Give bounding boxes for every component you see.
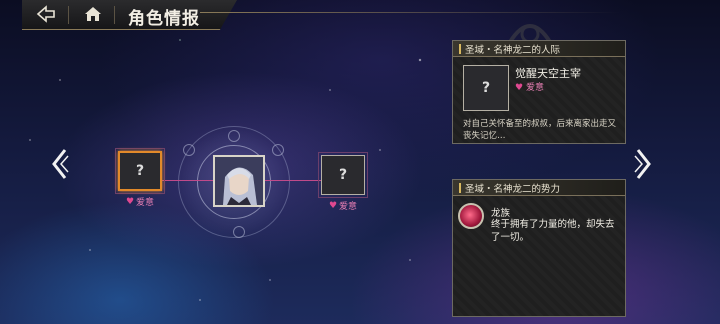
relation-description: 对自己关怀备至的叔叔，后来离家出走又丧失记忆… (463, 119, 617, 141)
relation-label: ♥ 爱意 (118, 195, 162, 209)
relation-line-right (265, 180, 321, 181)
ring-ornament (228, 130, 240, 142)
ring-ornament (183, 144, 195, 156)
previous-character-button[interactable] (50, 148, 70, 180)
character-portrait[interactable] (213, 155, 265, 207)
unknown-character-slot: ? (118, 151, 162, 191)
relation-character-icon[interactable]: ? (463, 65, 509, 111)
page-title: 角色情报 (128, 9, 200, 29)
relation-label: ♥ 爱意 (321, 199, 365, 213)
faction-name: 龙族 (491, 208, 511, 219)
heart-icon: ♥ (328, 200, 338, 211)
relation-character-name: 觉醒天空主宰 (515, 67, 581, 80)
chevron-right-icon (634, 149, 651, 179)
relation-text: 爱意 (339, 202, 358, 212)
back-arrow-icon (36, 5, 55, 23)
top-bar-separator (114, 6, 115, 24)
home-button[interactable] (78, 2, 108, 26)
ring-ornament (233, 226, 245, 238)
heart-icon: ♥ (515, 83, 524, 93)
relations-panel-header: 圣域・名神龙二的人际 (453, 41, 625, 57)
heart-icon: ♥ (125, 196, 135, 207)
ring-ornament (272, 144, 284, 156)
faction-panel-header: 圣域・名神龙二的势力 (453, 180, 625, 196)
top-bar-separator (68, 6, 69, 24)
faction-panel: 圣域・名神龙二的势力 龙族 终于拥有了力量的他，却失去了一切。 (452, 179, 626, 317)
faction-description: 终于拥有了力量的他，却失去了一切。 (491, 219, 615, 243)
top-bar-divider (200, 12, 620, 13)
relation-text: 爱意 (136, 198, 155, 208)
relations-panel: 圣域・名神龙二的人际 ? 觉醒天空主宰 ♥ 爱意 对自己关怀备至的叔叔，后来离家… (452, 40, 626, 144)
chevron-left-icon (52, 149, 69, 179)
top-bar: 角色情报 (0, 0, 720, 30)
relation-line-left (161, 180, 213, 181)
unknown-character-slot: ? (321, 155, 365, 195)
next-character-button[interactable] (633, 148, 653, 180)
relation-node-left[interactable]: ? ♥ 爱意 (115, 148, 165, 209)
back-button[interactable] (30, 2, 62, 26)
home-icon (85, 7, 101, 21)
relation-type-text: 爱意 (525, 83, 544, 93)
dragon-faction-icon (458, 203, 484, 229)
character-portrait-art (215, 157, 263, 205)
relation-type: ♥ 爱意 (515, 80, 544, 93)
relation-node-right[interactable]: ? ♥ 爱意 (318, 152, 368, 213)
